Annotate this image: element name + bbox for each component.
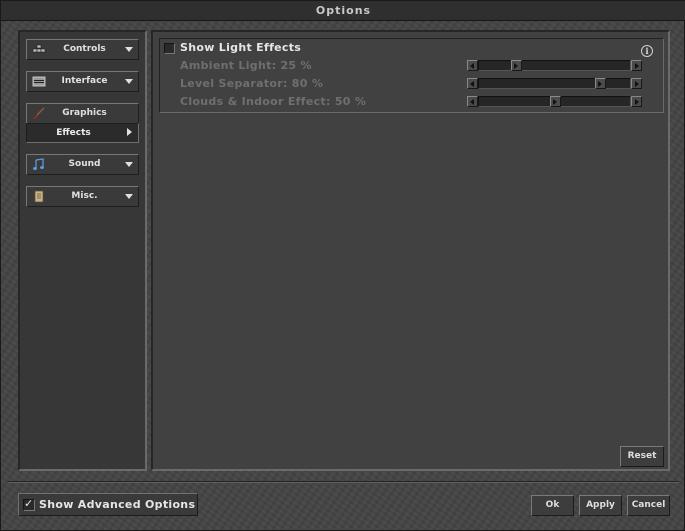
light-effects-group: Show Light Effects i Ambient Light: 25 %…: [159, 38, 664, 113]
sidebar-item-controls[interactable]: Controls: [26, 39, 139, 60]
options-sidebar: Controls Interface Graphics Effects Soun…: [18, 30, 147, 471]
slider-left-arrow-icon[interactable]: [467, 96, 478, 107]
controls-icon: [32, 44, 46, 53]
ok-button[interactable]: Ok: [531, 495, 574, 516]
show-advanced-options-label: Show Advanced Options: [39, 498, 196, 511]
apply-button[interactable]: Apply: [579, 495, 622, 516]
sidebar-item-interface[interactable]: Interface: [26, 71, 139, 92]
sidebar-item-graphics[interactable]: Graphics: [26, 103, 139, 124]
options-window: Options Controls Interface Graphics Effe…: [0, 0, 685, 531]
interface-icon: [32, 76, 46, 87]
show-advanced-options-checkbox[interactable]: ✓: [23, 497, 35, 511]
sidebar-subitem-effects[interactable]: Effects: [26, 123, 139, 143]
clouds-indoor-effect-label: Clouds & Indoor Effect: 50 %: [180, 95, 367, 108]
ambient-light-label: Ambient Light: 25 %: [180, 59, 312, 72]
chevron-down-icon: [125, 162, 133, 167]
clouds-indoor-effect-slider[interactable]: [467, 96, 642, 107]
sidebar-item-label: Interface: [61, 76, 108, 86]
sidebar-subitem-label: Effects: [56, 128, 91, 138]
slider-thumb[interactable]: [595, 78, 607, 89]
sidebar-item-label: Controls: [63, 44, 106, 54]
level-separator-slider[interactable]: [467, 78, 642, 89]
checkmark-icon: ✓: [24, 497, 34, 510]
effects-panel: Show Light Effects i Ambient Light: 25 %…: [151, 30, 670, 471]
slider-right-arrow-icon[interactable]: [631, 96, 642, 107]
level-separator-label: Level Separator: 80 %: [180, 77, 324, 90]
graphics-brush-icon: [33, 107, 45, 119]
show-advanced-options-toggle[interactable]: ✓ Show Advanced Options: [18, 493, 198, 516]
chevron-right-icon: [127, 128, 132, 136]
sidebar-item-label: Graphics: [62, 108, 107, 118]
slider-thumb[interactable]: [549, 96, 561, 107]
slider-left-arrow-icon[interactable]: [467, 78, 478, 89]
sidebar-item-sound[interactable]: Sound: [26, 154, 139, 175]
chevron-down-icon: [125, 194, 133, 199]
slider-track[interactable]: [478, 60, 631, 71]
sidebar-item-label: Misc.: [71, 191, 98, 201]
slider-right-arrow-icon[interactable]: [631, 60, 642, 71]
sidebar-item-misc[interactable]: Misc.: [26, 186, 139, 207]
show-light-effects-label: Show Light Effects: [180, 41, 302, 54]
chevron-down-icon: [125, 79, 133, 84]
sidebar-item-label: Sound: [68, 159, 101, 169]
reset-button[interactable]: Reset: [620, 446, 664, 467]
misc-scroll-icon: [34, 190, 44, 203]
cancel-button[interactable]: Cancel: [627, 495, 670, 516]
slider-track[interactable]: [478, 78, 631, 89]
slider-thumb[interactable]: [511, 60, 523, 71]
window-title: Options: [1, 1, 685, 21]
ambient-light-slider[interactable]: [467, 60, 642, 71]
chevron-down-icon: [125, 47, 133, 52]
show-light-effects-checkbox[interactable]: [164, 43, 175, 54]
footer-divider: [8, 481, 679, 483]
sound-note-icon: [33, 158, 44, 170]
slider-left-arrow-icon[interactable]: [467, 60, 478, 71]
slider-right-arrow-icon[interactable]: [631, 78, 642, 89]
info-icon[interactable]: i: [641, 45, 653, 57]
